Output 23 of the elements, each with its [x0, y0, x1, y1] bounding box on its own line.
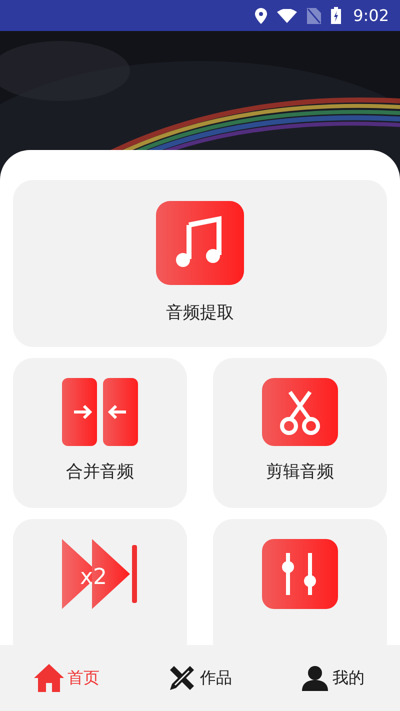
battery-charging-icon [331, 7, 342, 24]
tool-card[interactable]: 音频提取 [13, 180, 387, 347]
music-note-icon [156, 201, 244, 285]
nav-tab[interactable]: 首页 [0, 645, 134, 711]
merge-arrows-icon [62, 378, 138, 446]
speed-label: x2 [80, 565, 108, 590]
person-icon [302, 665, 328, 691]
no-sim-icon [307, 8, 322, 24]
tool-card[interactable] [213, 519, 387, 645]
home-icon [34, 664, 64, 692]
tool-label: 合并音频 [66, 461, 134, 484]
wifi-icon [277, 8, 298, 22]
tool-label: 剪辑音频 [266, 461, 334, 484]
tool-label: 音频提取 [166, 302, 234, 325]
location-icon [255, 8, 268, 24]
pencil-ruler-icon [168, 664, 196, 692]
tool-card[interactable]: 合并音频 [13, 358, 187, 508]
clock: 9:02 [353, 4, 389, 26]
tool-card[interactable]: 剪辑音频 [213, 358, 387, 508]
scissors-icon [262, 378, 338, 446]
nav-tab[interactable]: 作品 [133, 645, 267, 711]
sliders-icon [262, 539, 338, 609]
nav-tab[interactable]: 我的 [266, 645, 400, 711]
